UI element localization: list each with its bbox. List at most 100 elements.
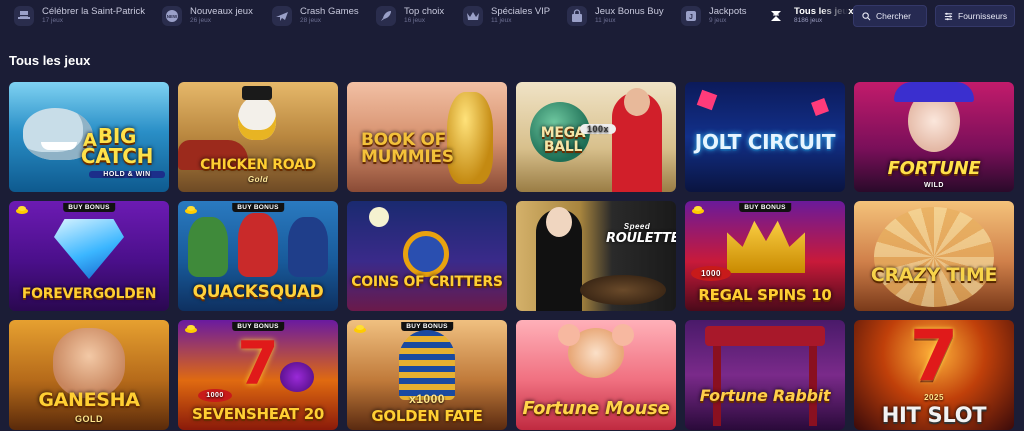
game-title: COINS OF CRITTERS [351,274,503,290]
game-tile-quacksquad[interactable]: BUY BONUS QUACKSQUAD [178,201,338,311]
providers-button[interactable]: Fournisseurs [935,5,1015,27]
category-label: Jeux Bonus Buy [595,6,664,18]
roulette-wheel [580,275,666,305]
category-bar: Célébrer la Saint-Patrick 17 jeux NEW Nou… [0,0,1024,32]
game-tile-golden-fate[interactable]: BUY BONUS x1000 GOLDEN FATE [347,320,507,430]
category-top-choix[interactable]: Top choix 16 jeux [376,3,444,29]
category-label: Spéciales VIP [491,6,551,18]
game-title: QUACKSQUAD [192,282,324,302]
game-subtitle: GOLD [75,414,103,424]
search-button[interactable]: Chercher [853,5,927,27]
diamond-illustration [54,219,124,279]
game-tile-crazy-time[interactable]: CRAZY TIME [854,201,1014,311]
moon-illustration [369,207,389,227]
dice-icon [696,89,718,111]
category-nouveaux-jeux[interactable]: NEW Nouveaux jeux 26 jeux [162,3,253,29]
game-title: BIG CATCH [80,124,154,168]
game-tile-fortune-rabbit[interactable]: Fortune Rabbit [685,320,845,430]
grapes-illustration [280,362,314,392]
game-tile-big-catch[interactable]: A BIG CATCH HOLD & WIN [9,82,169,192]
category-count: 17 jeux [42,17,63,25]
game-tile-fortune-mouse[interactable]: Fortune Mouse [516,320,676,430]
game-title: REGAL SPINS 10 [698,286,832,304]
coin-ring [403,231,449,277]
game-title: SEVENSHEAT 20 [192,405,324,423]
game-tile-sevensheat[interactable]: BUY BONUS 7 1000 SEVENSHEAT 20 [178,320,338,430]
dice-icon [811,98,829,116]
game-title: Fortune Rabbit [699,386,831,405]
providers-label: Fournisseurs [958,11,1008,21]
game-tile-mega-ball[interactable]: MEGA BALL 100x [516,82,676,192]
duck-character [188,217,228,277]
pharaoh-illustration [399,330,455,400]
game-title: FORTUNE [887,158,981,179]
game-tile-jolt-circuit[interactable]: JOLT CIRCUIT [685,82,845,192]
dealer-face [546,207,572,237]
game-tile-book-of-mummies[interactable]: BOOK OF MUMMIES [347,82,507,192]
category-speciales-vip[interactable]: Spéciales VIP 11 jeux [463,3,550,29]
buy-bonus-label: BUY BONUS [739,203,791,212]
game-tile-chicken-road[interactable]: CHICKEN ROAD Gold [178,82,338,192]
game-title: BOOK OF MUMMIES [361,130,454,167]
category-label: Nouveaux jeux [190,6,253,18]
ganesha-illustration [53,328,125,398]
svg-text:J: J [689,14,693,21]
shopping-bag-icon [567,6,587,26]
category-label: Célébrer la Saint-Patrick [42,6,145,18]
filter-icon [944,12,953,20]
chicken-illustration [238,96,276,140]
dealer-face [624,88,650,116]
all-games-icon [766,6,786,26]
jackpot-icon: J [681,6,701,26]
game-tile-fortune[interactable]: FORTUNE WILD [854,82,1014,192]
category-crash-games[interactable]: Crash Games 28 jeux [272,3,359,29]
category-count: 9 jeux [709,17,727,25]
duck-character [288,217,328,277]
svg-text:NEW: NEW [167,14,178,19]
category-jackpots[interactable]: J Jackpots 9 jeux [681,3,747,29]
plane-icon [272,6,292,26]
category-label: Crash Games [300,6,359,18]
game-tile-forevergolden[interactable]: BUY BONUS FOREVERGOLDEN [9,201,169,311]
bonus-buy-badge-icon [354,325,366,333]
category-count: 11 jeux [595,17,616,25]
top-hat [242,86,272,100]
duck-character [238,213,278,277]
buy-bonus-label: BUY BONUS [63,203,115,212]
scroll-fade [820,0,848,32]
seven-symbol: 7 [909,320,959,397]
game-title: HIT SLOT [881,403,987,427]
crown-icon [463,6,483,26]
bonus-buy-badge-icon [692,206,704,214]
mouse-ear [558,324,580,346]
game-title: Fortune Mouse [522,398,670,419]
category-jeux-bonus-buy[interactable]: Jeux Bonus Buy 11 jeux [567,3,664,29]
category-count: 16 jeux [404,17,425,25]
game-title: JOLT CIRCUIT [694,130,836,154]
mouse-ear [612,324,634,346]
game-tile-ganesha-gold[interactable]: GANESHA GOLD [9,320,169,430]
jester-hat [894,82,974,102]
bonus-buy-badge-icon [185,206,197,214]
game-tile-speed-roulette[interactable]: Speed ROULETTE [516,201,676,311]
game-subtitle: Speed [623,222,651,231]
game-tile-coins-of-critters[interactable]: COINS OF CRITTERS [347,201,507,311]
section-title: Tous les jeux [9,53,91,68]
search-label: Chercher [876,11,911,21]
category-saint-patrick[interactable]: Célébrer la Saint-Patrick 17 jeux [14,3,145,29]
game-subtitle: 2025 [924,393,944,402]
clover-hat-icon [14,6,34,26]
game-title: FOREVERGOLDEN [21,286,157,302]
new-badge-icon: NEW [162,6,182,26]
game-subtitle: 100x [580,124,616,134]
category-count: 26 jeux [190,17,211,25]
game-title: CRAZY TIME [870,264,998,286]
gate-roof [705,326,825,346]
game-subtitle: WILD [924,182,944,189]
game-tile-regal-spins[interactable]: BUY BONUS 1000 REGAL SPINS 10 [685,201,845,311]
game-title: GOLDEN FATE [371,407,483,425]
rocket-icon [376,6,396,26]
game-tile-hit-slot[interactable]: 7 2025 HIT SLOT [854,320,1014,430]
game-subtitle: 1000 [691,266,731,281]
game-subtitle: 1000 [198,389,232,402]
